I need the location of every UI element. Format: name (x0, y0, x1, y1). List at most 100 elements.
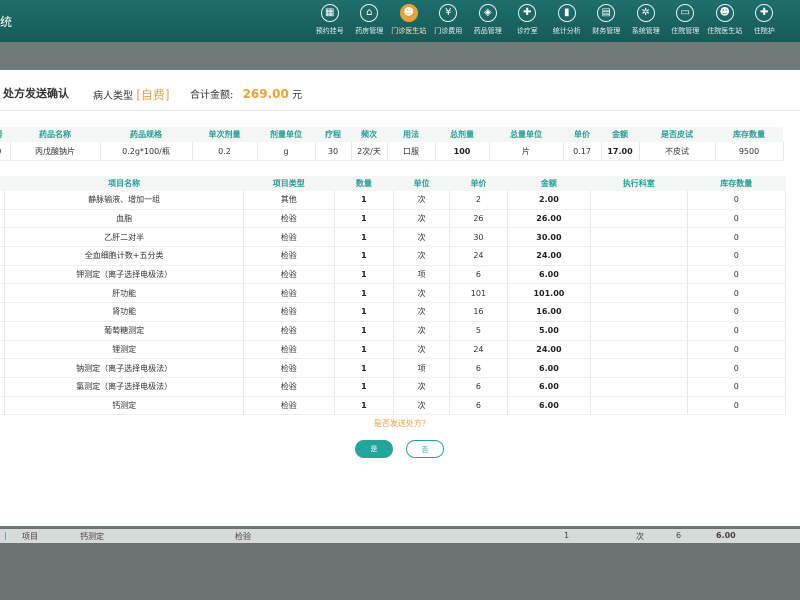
doctor-icon: ☻ (399, 4, 418, 22)
table-row: 钾测定（离子选择电极法） 检验 1 项 6 6.00 0 (0, 265, 787, 285)
table-cell: 肾功能 (4, 302, 244, 322)
nav-item-4[interactable]: ◈ 药品管理 (468, 4, 508, 36)
nav-item-5[interactable]: ✚ 诊疗室 (508, 4, 548, 36)
table-row: 葡萄糖测定 检验 1 次 5 5.00 0 (0, 321, 787, 341)
table-row: 全血细胞计数+五分类 检验 1 次 24 24.00 0 (0, 246, 787, 266)
table-cell: 1 (334, 246, 395, 266)
calendar-icon: ▦ (320, 4, 339, 22)
table-cell: 30.00 (507, 227, 592, 248)
table-cell: 1 (334, 377, 395, 397)
bg-cell: 钙测定 (80, 532, 104, 541)
column-header: 执行科室 (590, 176, 688, 191)
table-cell: 17.00 (601, 142, 640, 161)
table-cell: 检验 (243, 246, 335, 266)
table-cell: 26.00 (507, 209, 592, 229)
nav-item-1[interactable]: ⌂ 药房管理 (350, 4, 390, 36)
column-header: 疗程 (315, 127, 351, 142)
nav-item-0[interactable]: ▦ 预约挂号 (310, 4, 350, 36)
table-cell (590, 377, 688, 397)
table-cell: 0 (0, 142, 11, 161)
bg-cell: 次 (636, 532, 644, 541)
nav-item-label: 预约挂号 (315, 27, 344, 35)
table-cell: 100 (435, 142, 490, 161)
table-cell: 检验 (243, 283, 335, 304)
column-header: 号 (0, 127, 10, 142)
column-header: 剂量单位 (257, 127, 315, 142)
column-header: 频次 (351, 127, 387, 142)
nav-item-6[interactable]: ▮ 统计分析 (547, 4, 587, 36)
table-cell: 6 (449, 265, 508, 285)
table-cell: 钙测定 (4, 396, 244, 416)
table-cell: 0.2g*100/瓶 (100, 142, 193, 161)
table-cell: 0 (687, 377, 787, 397)
table-cell: 16 (449, 302, 508, 322)
table-cell: 6.00 (507, 396, 592, 416)
nav-item-9[interactable]: ▭ 住院管理 (666, 4, 706, 36)
nav-item-10[interactable]: ☻ 住院医生站 (705, 4, 745, 36)
table-cell (590, 396, 688, 416)
table-row: 乙肝二对半 检验 1 次 30 30.00 0 (0, 227, 787, 248)
table-cell: 24.00 (507, 246, 592, 266)
column-header: 用法 (387, 127, 435, 142)
table-cell: 项 (393, 358, 451, 378)
table-cell: 101 (449, 283, 508, 304)
table-cell: 检验 (243, 209, 335, 229)
table-row: 肾功能 检验 1 次 16 16.00 0 (0, 302, 787, 322)
table-cell: 6 (449, 358, 508, 378)
table-cell: 检验 (243, 321, 335, 341)
nav-item-11[interactable]: ✚ 住院护 (745, 4, 785, 36)
table-cell: 6.00 (507, 265, 592, 285)
table-cell: 丙戊酸钠片 (10, 142, 101, 161)
table-cell (590, 191, 688, 210)
total-unit: 元 (292, 90, 303, 101)
table-cell: 0 (687, 209, 787, 229)
yen-icon: ¥ (439, 4, 458, 22)
table-cell (590, 209, 688, 229)
table-cell: 6 (449, 396, 508, 416)
total-value: 269.00 (242, 87, 289, 101)
nav-item-8[interactable]: ✲ 系统管理 (626, 4, 666, 36)
item-table: 项目名称 项目类型 数量 单位 单价 金额 执行科室 库存数量 静脉输液、增加一组 其他 1 次 2 2… (0, 176, 787, 416)
nav-item-7[interactable]: ▤ 财务管理 (587, 4, 627, 36)
table-cell: 0 (687, 283, 787, 304)
no-button[interactable]: 否 (406, 440, 444, 458)
table-cell: 0.2 (192, 142, 258, 161)
nav-item-3[interactable]: ¥ 门诊费用 (429, 4, 469, 36)
table-row: 血脂 检验 1 次 26 26.00 0 (0, 209, 787, 229)
column-header: 金额 (601, 127, 639, 142)
table-cell: 1 (334, 321, 395, 341)
table-cell: 5.00 (507, 321, 592, 341)
table-cell (590, 246, 688, 266)
table-cell: 次 (393, 283, 451, 304)
table-row: 钙测定 检验 1 次 6 6.00 0 (0, 396, 787, 416)
patient-type: 病人类型 [自费] (93, 86, 170, 103)
table-cell: 次 (393, 396, 451, 416)
bed-icon: ▭ (676, 4, 695, 22)
table-cell: 24 (449, 340, 508, 360)
row-marker: | (4, 531, 7, 540)
table-cell: 0 (687, 358, 787, 378)
table-cell: 0 (687, 191, 787, 210)
nav-item-label: 系统管理 (631, 27, 660, 35)
table-cell: 口服 (387, 142, 436, 161)
table-cell: 肝功能 (4, 283, 244, 304)
user-plus-icon: ✚ (518, 4, 537, 22)
yes-button[interactable]: 是 (355, 440, 393, 458)
table-cell: 30 (449, 227, 508, 248)
table-cell: 次 (393, 340, 451, 360)
nav-item-label: 门诊费用 (434, 27, 463, 35)
nav-item-label: 财务管理 (592, 27, 621, 35)
nav-item-2[interactable]: ☻ 门诊医生站 (389, 4, 429, 36)
table-cell: 16.00 (507, 302, 592, 322)
nav-item-label: 统计分析 (552, 27, 581, 35)
bg-cell: 1 (564, 531, 570, 540)
table-cell: 次 (393, 227, 451, 248)
table-cell: 9500 (715, 142, 784, 161)
table-cell: 锂测定 (4, 340, 244, 360)
table-cell: 24.00 (507, 340, 592, 360)
table-cell: 5 (449, 321, 508, 341)
table-cell: 1 (334, 191, 395, 210)
table-cell: 6 (449, 377, 508, 397)
table-cell: 26 (449, 209, 508, 229)
gear-icon: ✲ (636, 4, 655, 22)
